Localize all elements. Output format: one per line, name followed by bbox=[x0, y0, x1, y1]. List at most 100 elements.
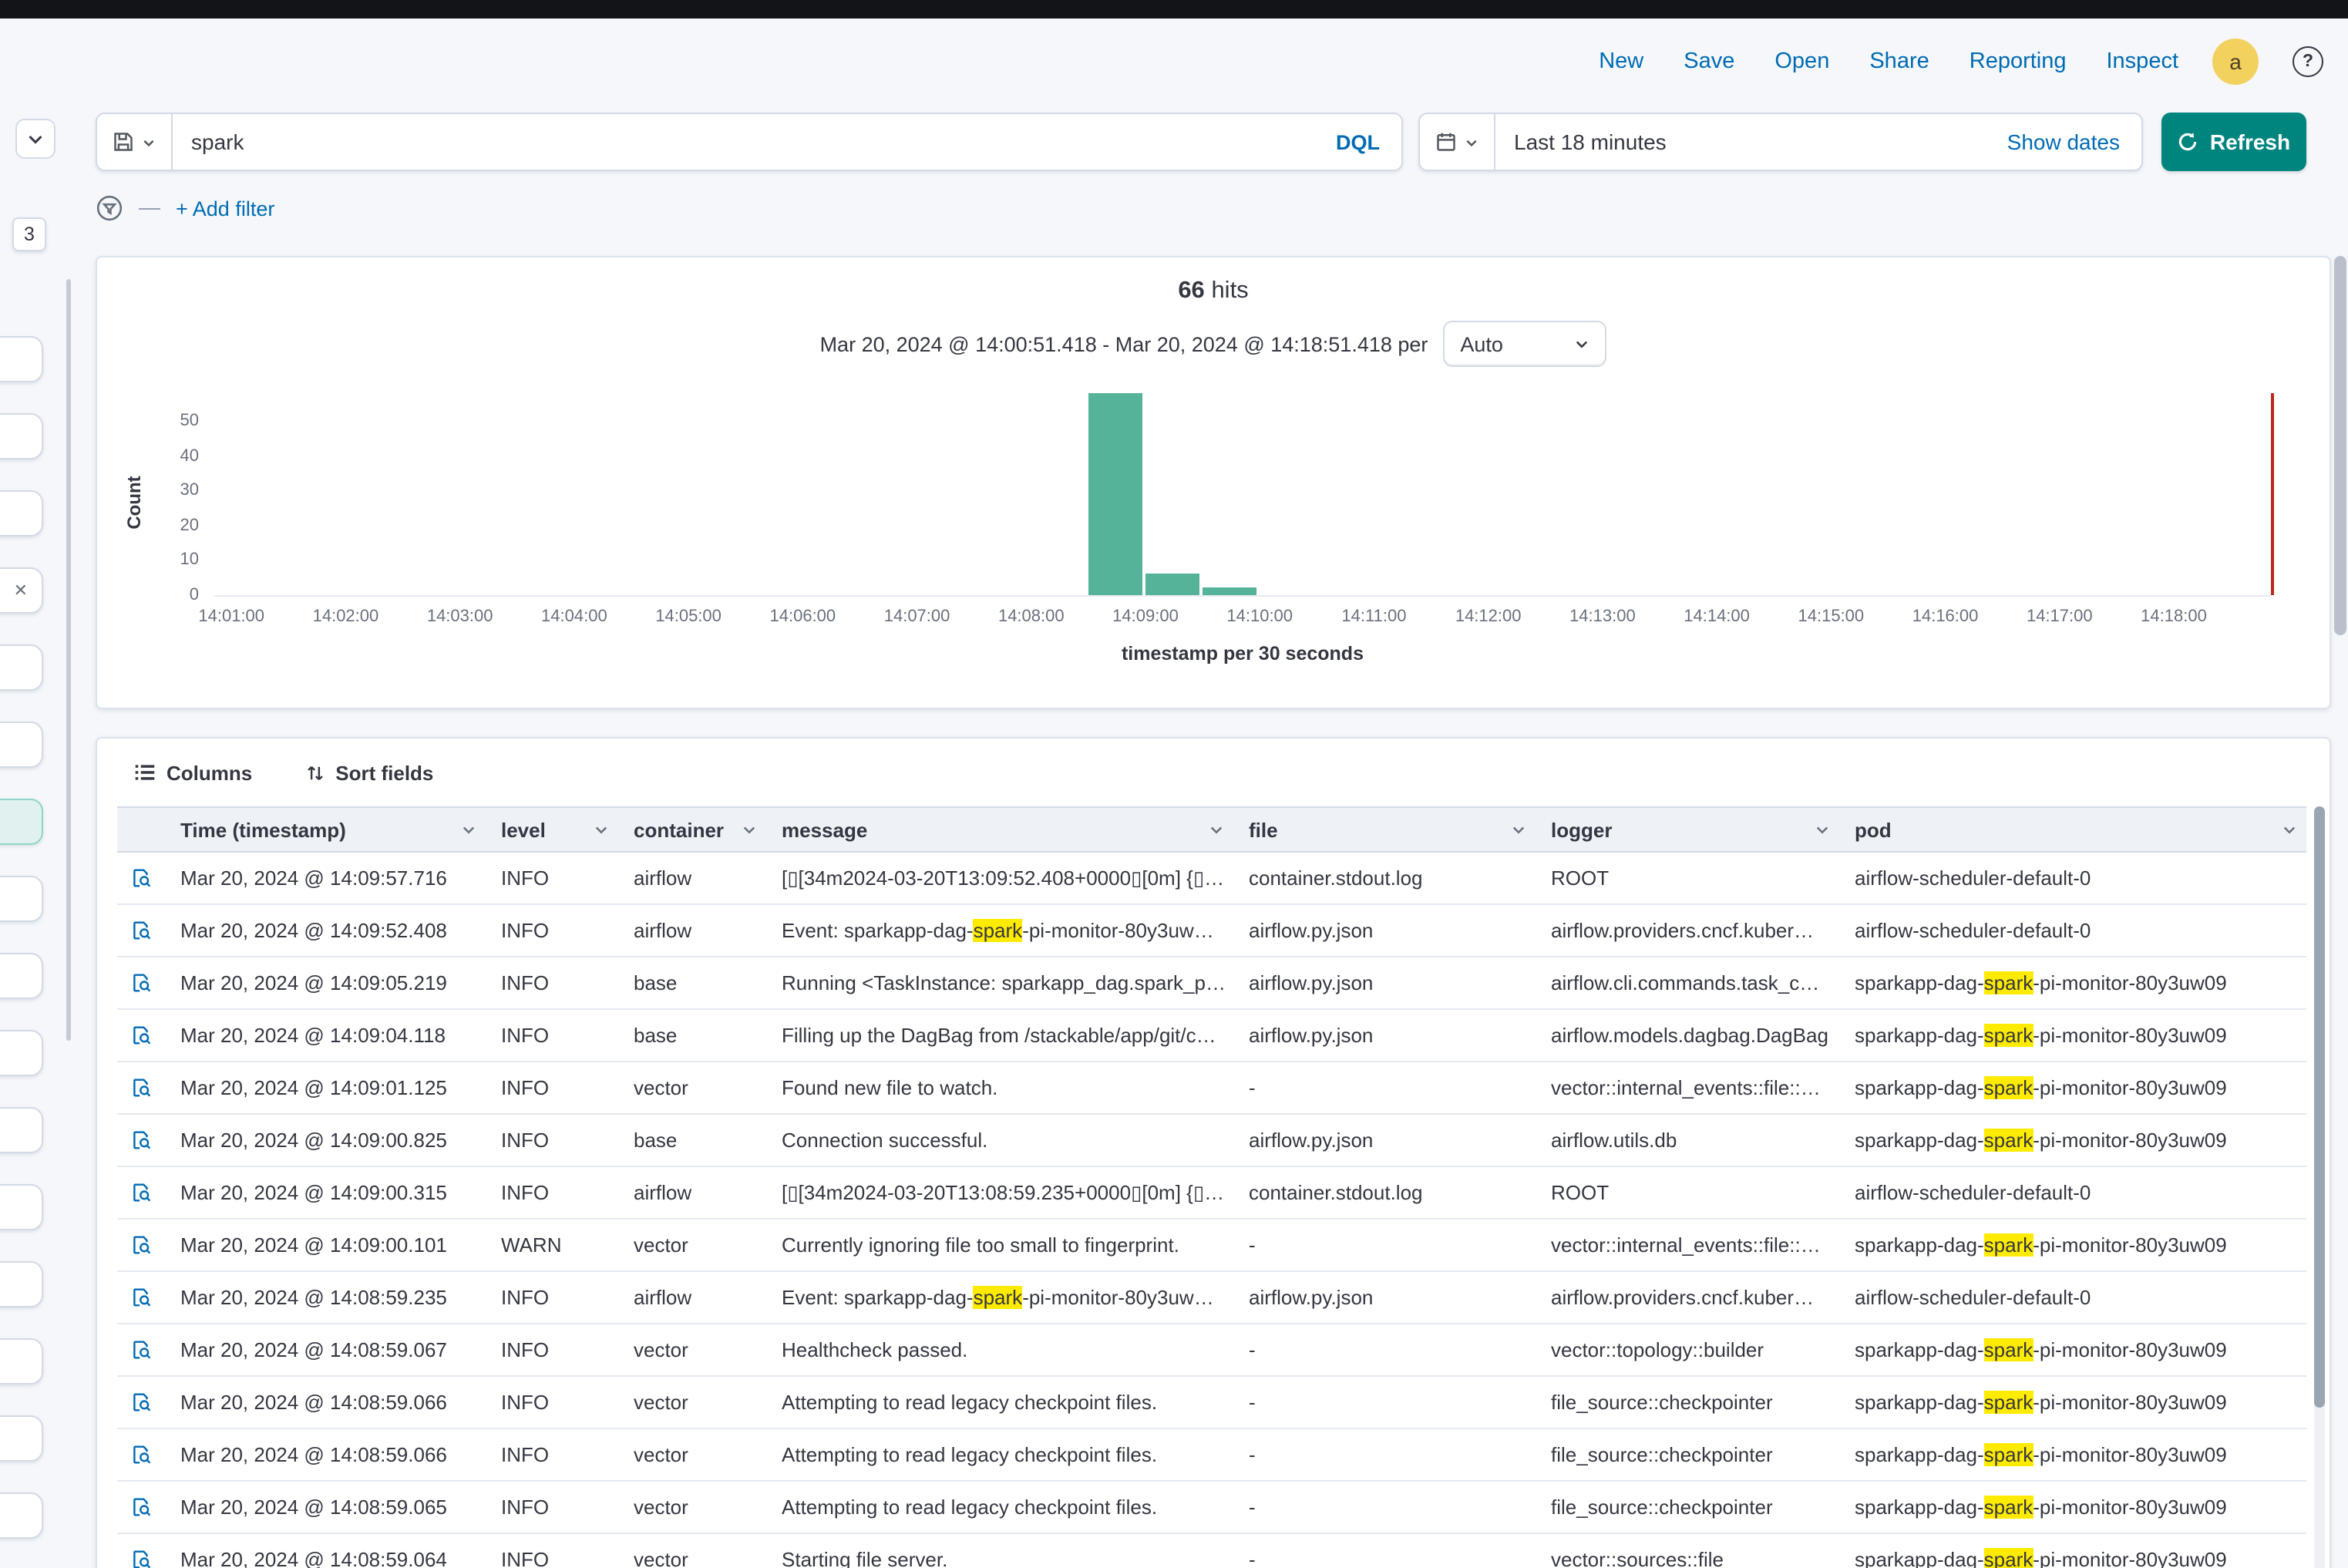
search-bar: DQL bbox=[96, 113, 1403, 171]
top-nav-links: New Save Open Share Reporting Inspect bbox=[1599, 49, 2178, 73]
field-pill[interactable] bbox=[0, 1492, 43, 1539]
chevron-down-icon bbox=[461, 822, 476, 837]
column-header-message[interactable]: message bbox=[766, 808, 1233, 851]
cell-logger: file_source::checkpointer bbox=[1536, 1377, 1839, 1428]
cell-level: INFO bbox=[486, 1429, 618, 1480]
expand-document-button[interactable] bbox=[130, 1338, 153, 1361]
show-dates-button[interactable]: Show dates bbox=[1986, 114, 2141, 170]
expand-document-button[interactable] bbox=[130, 971, 153, 994]
cell-time: Mar 20, 2024 @ 14:08:59.066 bbox=[165, 1377, 486, 1428]
nav-link-share[interactable]: Share bbox=[1869, 49, 1929, 73]
field-pill[interactable] bbox=[0, 1107, 43, 1153]
expand-document-button[interactable] bbox=[130, 1391, 153, 1414]
field-pill[interactable] bbox=[0, 1184, 43, 1230]
column-menu-icon[interactable] bbox=[461, 822, 476, 837]
calendar-icon bbox=[1435, 131, 1457, 153]
refresh-button[interactable]: Refresh bbox=[2161, 113, 2306, 171]
cell-container: base bbox=[618, 1115, 766, 1166]
column-header-expand bbox=[117, 808, 165, 851]
field-pill[interactable] bbox=[0, 799, 43, 845]
expand-cell bbox=[117, 1167, 165, 1218]
field-rail-scrollbar[interactable] bbox=[66, 279, 71, 1041]
column-menu-icon[interactable] bbox=[2282, 822, 2297, 837]
filter-divider bbox=[139, 207, 160, 209]
cell-container: airflow bbox=[618, 1167, 766, 1218]
field-pill[interactable] bbox=[0, 953, 43, 999]
histogram-bar[interactable] bbox=[1145, 574, 1199, 595]
date-picker: Last 18 minutes Show dates bbox=[1418, 113, 2143, 171]
field-pill[interactable] bbox=[0, 1261, 43, 1307]
table-row: Mar 20, 2024 @ 14:09:00.101WARNvectorCur… bbox=[117, 1220, 2306, 1272]
field-pill[interactable] bbox=[0, 1338, 43, 1385]
page-scrollbar[interactable] bbox=[2334, 256, 2346, 635]
column-header-level[interactable]: level bbox=[486, 808, 618, 851]
remove-field-icon[interactable]: ✕ bbox=[14, 580, 28, 601]
table-row: Mar 20, 2024 @ 14:08:59.065INFOvectorAtt… bbox=[117, 1482, 2306, 1534]
expand-document-button[interactable] bbox=[130, 1129, 153, 1152]
histogram-panel: 66 hits Mar 20, 2024 @ 14:00:51.418 - Ma… bbox=[96, 256, 2331, 709]
field-count-badge[interactable]: 3 bbox=[12, 217, 46, 251]
expand-document-button[interactable] bbox=[130, 1443, 153, 1466]
table-scrollbar[interactable] bbox=[2314, 806, 2325, 1568]
time-range-button[interactable]: Last 18 minutes bbox=[1495, 114, 1685, 170]
table-scrollbar-thumb[interactable] bbox=[2314, 806, 2325, 1408]
highlighted-term: spark bbox=[1984, 1129, 2033, 1152]
column-header-logger[interactable]: logger bbox=[1536, 808, 1839, 851]
nav-link-save[interactable]: Save bbox=[1684, 49, 1734, 73]
query-language-button[interactable]: DQL bbox=[1314, 114, 1401, 170]
search-input[interactable] bbox=[173, 114, 1314, 170]
column-header-time[interactable]: Time (timestamp) bbox=[165, 808, 486, 851]
field-pill[interactable]: ✕ bbox=[0, 567, 43, 614]
histogram-bar[interactable] bbox=[1203, 588, 1256, 595]
x-tick-label: 14:14:00 bbox=[1684, 607, 1750, 626]
x-tick-label: 14:01:00 bbox=[198, 607, 264, 626]
nav-link-new[interactable]: New bbox=[1599, 49, 1643, 73]
column-menu-icon[interactable] bbox=[1209, 822, 1224, 837]
nav-link-reporting[interactable]: Reporting bbox=[1970, 49, 2067, 73]
nav-link-open[interactable]: Open bbox=[1774, 49, 1829, 73]
field-pill[interactable] bbox=[0, 490, 43, 537]
add-filter-button[interactable]: + Add filter bbox=[176, 197, 274, 220]
field-pill[interactable] bbox=[0, 722, 43, 768]
highlighted-term: spark bbox=[1984, 1024, 2033, 1047]
cell-message: Attempting to read legacy checkpoint fil… bbox=[766, 1482, 1233, 1533]
help-icon[interactable]: ? bbox=[2292, 45, 2323, 76]
sort-fields-button[interactable]: Sort fields bbox=[304, 761, 433, 784]
saved-query-menu-button[interactable] bbox=[97, 114, 173, 170]
column-header-pod[interactable]: pod bbox=[1839, 808, 2306, 851]
field-pill[interactable] bbox=[0, 1415, 43, 1462]
field-pill[interactable] bbox=[0, 336, 43, 382]
avatar[interactable]: a bbox=[2212, 38, 2259, 84]
column-header-file[interactable]: file bbox=[1233, 808, 1536, 851]
expand-document-button[interactable] bbox=[130, 1076, 153, 1099]
expand-document-button[interactable] bbox=[130, 919, 153, 942]
nav-link-inspect[interactable]: Inspect bbox=[2107, 49, 2179, 73]
cell-level: INFO bbox=[486, 1010, 618, 1061]
expand-document-button[interactable] bbox=[130, 1548, 153, 1568]
field-pill[interactable] bbox=[0, 413, 43, 459]
expand-document-button[interactable] bbox=[130, 1496, 153, 1519]
column-menu-icon[interactable] bbox=[742, 822, 757, 837]
expand-document-button[interactable] bbox=[130, 1233, 153, 1257]
column-menu-icon[interactable] bbox=[1815, 822, 1830, 837]
column-menu-icon[interactable] bbox=[594, 822, 609, 837]
filter-bar: + Add filter bbox=[96, 193, 274, 224]
field-pill[interactable] bbox=[0, 1030, 43, 1076]
cell-container: airflow bbox=[618, 1272, 766, 1323]
filter-icon[interactable] bbox=[96, 194, 123, 222]
field-pill[interactable] bbox=[0, 644, 43, 691]
histogram-bar[interactable] bbox=[1088, 393, 1142, 595]
date-quick-select-button[interactable] bbox=[1420, 114, 1495, 170]
expand-document-button[interactable] bbox=[130, 1024, 153, 1047]
expand-document-button[interactable] bbox=[130, 1286, 153, 1309]
cell-time: Mar 20, 2024 @ 14:08:59.067 bbox=[165, 1324, 486, 1375]
expand-document-button[interactable] bbox=[130, 866, 153, 890]
columns-label: Columns bbox=[167, 761, 252, 784]
field-pill[interactable] bbox=[0, 876, 43, 922]
column-label: Time (timestamp) bbox=[180, 818, 346, 841]
column-menu-icon[interactable] bbox=[1511, 822, 1526, 837]
columns-button[interactable]: Columns bbox=[134, 761, 252, 784]
cell-file: airflow.py.json bbox=[1233, 1115, 1536, 1166]
column-header-container[interactable]: container bbox=[618, 808, 766, 851]
expand-document-button[interactable] bbox=[130, 1181, 153, 1204]
